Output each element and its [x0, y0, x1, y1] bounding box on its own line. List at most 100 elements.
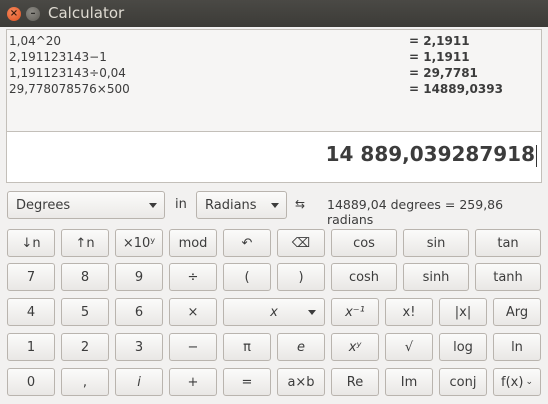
- function-menu-button[interactable]: f(x) ⌄: [493, 368, 541, 396]
- key-label: tan: [497, 235, 519, 251]
- log-button[interactable]: log: [439, 333, 487, 361]
- factorize-button[interactable]: a×b: [277, 368, 325, 396]
- main-display[interactable]: 14 889,039287918: [6, 131, 542, 183]
- to-unit-value: Radians: [205, 197, 257, 213]
- key-label: a×b: [287, 374, 315, 390]
- key-label: x⁻¹: [345, 304, 365, 320]
- history-row[interactable]: 1,04^20 = 2,1911: [7, 33, 541, 49]
- factorial-button[interactable]: x!: [385, 298, 433, 326]
- decimal-button[interactable]: ,: [61, 368, 109, 396]
- history-panel: 1,04^20 = 2,1911 2,191123143−1 = 1,1911 …: [6, 29, 542, 131]
- key-label: e: [297, 339, 305, 355]
- digit-1-button[interactable]: 1: [7, 333, 55, 361]
- conversion-result: 14889,04 degrees = 259,86 radians: [327, 197, 504, 227]
- digit-4-button[interactable]: 4: [7, 298, 55, 326]
- key-label: sinh: [422, 269, 450, 285]
- key-label: ÷: [187, 269, 199, 285]
- key-label: −: [187, 339, 199, 355]
- key-label: 8: [80, 269, 90, 285]
- display-value: 14 889,039287918: [325, 142, 535, 166]
- key-label: ×: [187, 304, 199, 320]
- history-expression: 1,191123143÷0,04: [9, 66, 126, 80]
- title-bar: × – Calculator: [0, 0, 548, 27]
- conjugate-button[interactable]: conj: [439, 368, 487, 396]
- from-unit-dropdown[interactable]: Degrees: [7, 191, 165, 219]
- digit-5-button[interactable]: 5: [61, 298, 109, 326]
- real-part-button[interactable]: Re: [331, 368, 379, 396]
- close-window-icon[interactable]: ×: [7, 7, 21, 21]
- undo-button[interactable]: ↶: [223, 229, 271, 257]
- digit-3-button[interactable]: 3: [115, 333, 163, 361]
- key-label: 0: [26, 374, 36, 390]
- history-result: = 2,1911: [409, 34, 470, 48]
- history-expression: 1,04^20: [9, 34, 62, 48]
- text-cursor: [536, 144, 537, 167]
- key-label: ): [298, 269, 304, 285]
- digit-2-button[interactable]: 2: [61, 333, 109, 361]
- digit-0-button[interactable]: 0: [7, 368, 55, 396]
- arg-button[interactable]: Arg: [493, 298, 541, 326]
- history-row[interactable]: 2,191123143−1 = 1,1911: [7, 49, 541, 65]
- digit-9-button[interactable]: 9: [115, 263, 163, 291]
- key-label: log: [453, 339, 473, 355]
- history-expression: 29,778078576×500: [9, 82, 130, 96]
- digit-6-button[interactable]: 6: [115, 298, 163, 326]
- history-result: = 1,1911: [409, 50, 470, 64]
- sin-button[interactable]: sin: [403, 229, 469, 257]
- key-label: +: [187, 374, 199, 390]
- history-row[interactable]: 29,778078576×500 = 14889,0393: [7, 81, 541, 97]
- key-label: 5: [80, 304, 90, 320]
- equals-button[interactable]: =: [223, 368, 271, 396]
- divide-button[interactable]: ÷: [169, 263, 217, 291]
- history-result: = 14889,0393: [409, 82, 503, 96]
- key-label: √: [404, 339, 414, 355]
- key-label: cosh: [348, 269, 380, 285]
- inverse-button[interactable]: x⁻¹: [331, 298, 379, 326]
- sinh-button[interactable]: sinh: [403, 263, 469, 291]
- abs-button[interactable]: |x|: [439, 298, 487, 326]
- add-button[interactable]: +: [169, 368, 217, 396]
- key-label: 2: [80, 339, 90, 355]
- key-label: 6: [134, 304, 144, 320]
- key-label: Im: [400, 374, 418, 390]
- subtract-button[interactable]: −: [169, 333, 217, 361]
- imaginary-part-button[interactable]: Im: [385, 368, 433, 396]
- scientific-notation-button[interactable]: ×10ʸ: [115, 229, 163, 257]
- backspace-button[interactable]: ⌫: [277, 229, 325, 257]
- chevron-down-icon: [308, 310, 316, 315]
- key-label: 9: [134, 269, 144, 285]
- key-label: ×10ʸ: [122, 235, 156, 251]
- mod-button[interactable]: mod: [169, 229, 217, 257]
- chevron-down-icon: ⌄: [525, 377, 533, 387]
- key-label: ,: [82, 374, 88, 390]
- key-label: ↑n: [75, 235, 95, 251]
- key-label: 1: [26, 339, 36, 355]
- history-row[interactable]: 1,191123143÷0,04 = 29,7781: [7, 65, 541, 81]
- chevron-down-icon: [149, 203, 157, 208]
- variable-x-dropdown[interactable]: x: [223, 298, 325, 326]
- subscript-button[interactable]: ↓n: [7, 229, 55, 257]
- open-paren-button[interactable]: (: [223, 263, 271, 291]
- digit-8-button[interactable]: 8: [61, 263, 109, 291]
- key-label: i: [137, 374, 141, 390]
- sqrt-button[interactable]: √: [385, 333, 433, 361]
- cosh-button[interactable]: cosh: [331, 263, 397, 291]
- swap-units-icon[interactable]: ⇆: [295, 197, 305, 211]
- digit-7-button[interactable]: 7: [7, 263, 55, 291]
- ln-button[interactable]: ln: [493, 333, 541, 361]
- euler-button[interactable]: e: [277, 333, 325, 361]
- tanh-button[interactable]: tanh: [475, 263, 541, 291]
- to-unit-dropdown[interactable]: Radians: [196, 191, 287, 219]
- key-label: sin: [426, 235, 446, 251]
- minimize-window-icon[interactable]: –: [26, 7, 40, 21]
- key-label: x!: [402, 304, 416, 320]
- power-button[interactable]: xʸ: [331, 333, 379, 361]
- key-label: xʸ: [348, 339, 362, 355]
- close-paren-button[interactable]: ): [277, 263, 325, 291]
- pi-button[interactable]: π: [223, 333, 271, 361]
- multiply-button[interactable]: ×: [169, 298, 217, 326]
- imaginary-button[interactable]: i: [115, 368, 163, 396]
- superscript-button[interactable]: ↑n: [61, 229, 109, 257]
- tan-button[interactable]: tan: [475, 229, 541, 257]
- cos-button[interactable]: cos: [331, 229, 397, 257]
